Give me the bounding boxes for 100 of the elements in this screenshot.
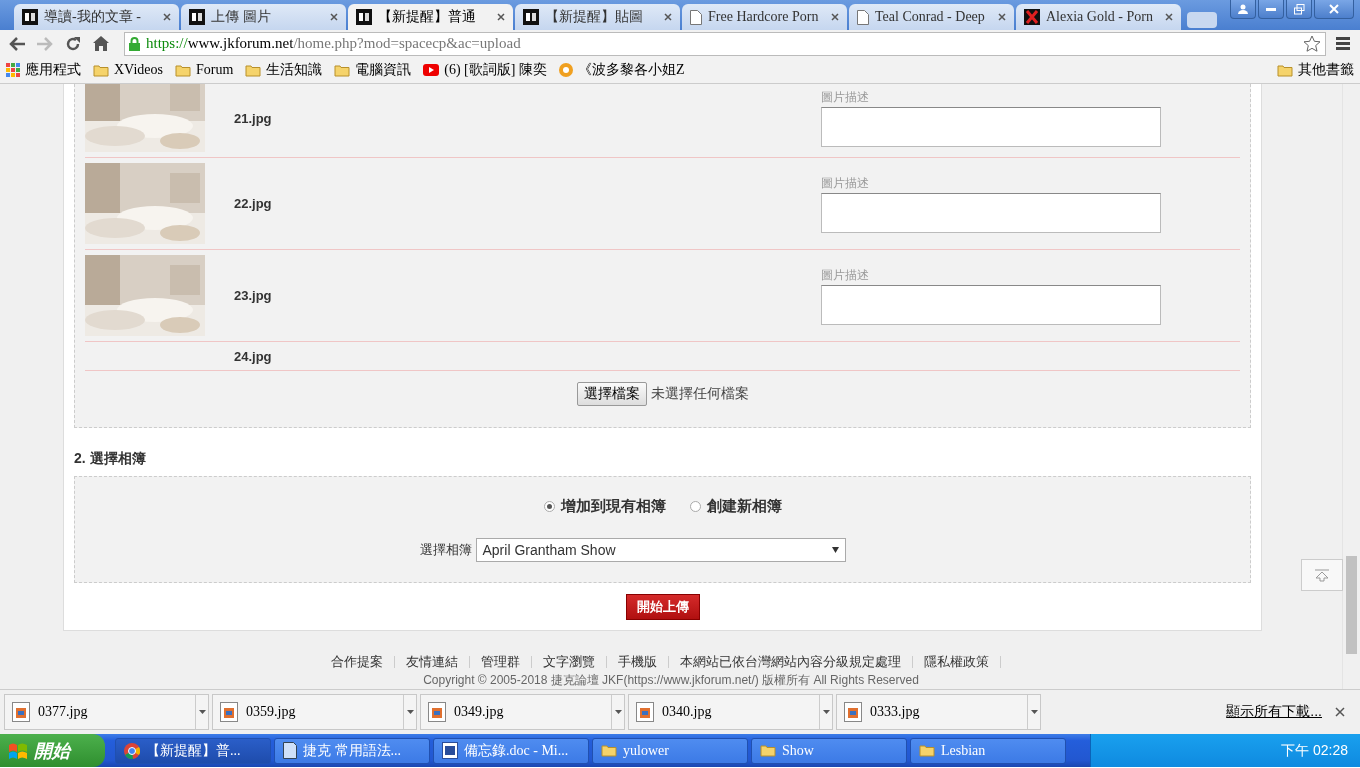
taskbar-button[interactable]: Lesbian (910, 737, 1066, 764)
clock: 下午 02:28 (1281, 741, 1348, 760)
bookmark[interactable]: 應用程式 (6, 61, 81, 79)
footer-link[interactable]: 友情連結 (405, 653, 458, 671)
description-field[interactable] (821, 192, 1161, 233)
browser-tab[interactable]: Alexia Gold - Porn (1016, 4, 1181, 30)
taskbar-button[interactable]: yulower (592, 737, 748, 764)
download-item[interactable]: 0349.jpg (420, 694, 625, 730)
show-all-downloads-link[interactable]: 顯示所有下載... (1226, 703, 1322, 721)
folder-icon (93, 63, 109, 77)
caret-icon (406, 710, 414, 714)
logo-icon (22, 9, 38, 25)
minimize-button[interactable] (1258, 0, 1284, 19)
field-label: 圖片描述 (821, 174, 870, 192)
folder-icon (760, 744, 776, 757)
image-file-icon (12, 702, 30, 722)
file-name: 23.jpg (234, 288, 273, 303)
star-icon[interactable] (1303, 34, 1321, 53)
close-icon[interactable] (163, 13, 171, 21)
restore-icon (1293, 3, 1305, 15)
field-label: 圖片描述 (821, 266, 870, 284)
x-logo-icon (1024, 9, 1040, 25)
radio-icon[interactable] (689, 501, 701, 512)
radio-icon[interactable] (543, 501, 555, 512)
footer-link[interactable]: 文字瀏覽 (542, 653, 595, 671)
browser-tab[interactable]: 導讀-我的文章 - (14, 4, 179, 30)
bookmark[interactable]: (6) [歌詞版] 陳奕 (423, 61, 547, 79)
browser-tab[interactable]: 【新提醒】貼圖 (515, 4, 680, 30)
file-name: 21.jpg (234, 110, 273, 126)
download-item[interactable]: 0377.jpg (4, 694, 209, 730)
user-button[interactable] (1230, 0, 1256, 19)
close-icon[interactable] (831, 13, 839, 21)
folder-icon (919, 744, 935, 757)
bookmark[interactable]: XVideos (93, 62, 163, 78)
image-file-icon (220, 702, 238, 722)
dropdown-arrow-icon (831, 547, 839, 553)
browser-tab[interactable]: 上傳 圖片 (181, 4, 346, 30)
close-icon[interactable] (497, 13, 505, 21)
taskbar-button[interactable]: 【新提醒】普... (115, 737, 271, 764)
field-label: 選擇相簿 (419, 541, 472, 559)
bookmark[interactable]: 電腦資訊 (334, 61, 412, 79)
taskbar-button[interactable]: 備忘錄.doc - Mi... (433, 737, 589, 764)
folder-icon (1277, 63, 1293, 77)
restore-button[interactable] (1286, 0, 1312, 19)
close-icon[interactable] (330, 13, 338, 21)
flag-icon (8, 741, 28, 760)
description-field[interactable] (821, 284, 1161, 325)
file-name: 24.jpg (234, 348, 273, 364)
forward-arrow-icon (37, 36, 53, 51)
browser-tab[interactable]: Free Hardcore Porn (682, 4, 847, 30)
folder-icon (174, 63, 191, 77)
bookmark[interactable]: 《波多黎各小姐Z (558, 61, 685, 79)
upload-button[interactable]: 開始上傳 (625, 594, 700, 620)
site-icon (558, 63, 573, 77)
lock-icon (129, 36, 140, 51)
caret-icon (198, 710, 206, 714)
close-icon[interactable] (664, 13, 672, 21)
bookmark[interactable]: 生活知識 (245, 61, 323, 79)
radio-option[interactable]: 增加到現有相簿 (543, 497, 666, 516)
menu-icon (1336, 37, 1350, 50)
folder-icon (334, 63, 351, 77)
download-item[interactable]: 0340.jpg (628, 694, 833, 730)
footer-link[interactable]: 手機版 (617, 653, 657, 671)
file-status: 未選擇任何檔案 (650, 385, 749, 403)
minimize-icon (1266, 7, 1276, 11)
folder-icon (601, 744, 617, 757)
close-window-button[interactable] (1314, 0, 1354, 19)
close-icon[interactable] (1165, 13, 1173, 21)
footer-link[interactable]: 隱私權政策 (923, 653, 989, 671)
scrollbar-thumb[interactable] (1346, 556, 1357, 654)
browser-tab[interactable]: 【新提醒】普通 (348, 4, 513, 30)
browser-icon (124, 742, 140, 759)
choose-file-button[interactable]: 選擇檔案 (576, 382, 647, 406)
footer-link[interactable]: 合作提案 (330, 653, 383, 671)
logo-icon (523, 9, 539, 25)
page-icon (690, 9, 702, 25)
home-icon (93, 36, 109, 51)
download-item[interactable]: 0359.jpg (212, 694, 417, 730)
bookmark[interactable]: Forum (174, 62, 234, 78)
close-icon[interactable] (1335, 707, 1345, 717)
caret-icon (1030, 710, 1038, 714)
album-select[interactable]: April Grantham Show (475, 538, 846, 562)
description-field[interactable] (821, 107, 1161, 147)
taskbar-button[interactable]: Show (751, 737, 907, 764)
copyright: Copyright © 2005-2018 捷克論壇 JKF(https://www.jkforum.net/) 版權所有 All Rights Reserved (423, 673, 919, 687)
note-icon (283, 742, 297, 759)
address-bar[interactable]: https://www.jkforum.net/home.php?mod=spacecp&ac=upload (124, 31, 1326, 56)
browser-tab[interactable]: Teal Conrad - Deep (849, 4, 1014, 30)
bookmark[interactable]: 其他書籤 (1277, 61, 1354, 79)
footer-link[interactable]: 本網站已依台灣網站內容分級規定處理 (679, 653, 901, 671)
taskbar-button[interactable]: 捷克 常用語法... (274, 737, 430, 764)
close-icon[interactable] (998, 13, 1006, 21)
reload-icon (65, 35, 81, 52)
radio-option[interactable]: 創建新相簿 (689, 497, 782, 516)
section-heading: 2. 選擇相簿 (74, 450, 147, 468)
apps-grid-icon (6, 63, 20, 77)
document-icon (442, 742, 458, 759)
footer-link[interactable]: 管理群 (480, 653, 520, 671)
file-name: 22.jpg (234, 196, 273, 211)
download-item[interactable]: 0333.jpg (836, 694, 1041, 730)
